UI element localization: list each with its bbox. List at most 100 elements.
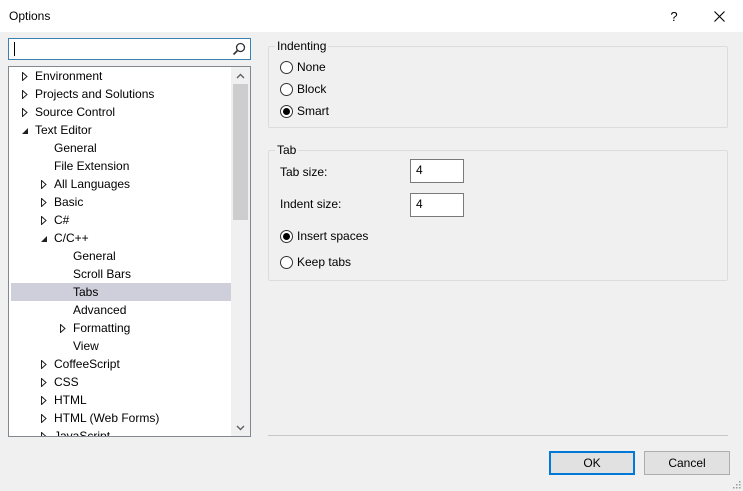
scroll-down-button[interactable] xyxy=(231,419,250,436)
tree-item-label: Scroll Bars xyxy=(73,267,132,281)
tree-item-label: All Languages xyxy=(54,177,131,191)
indent-block-label: Block xyxy=(297,82,327,96)
tree-item-label: C/C++ xyxy=(54,231,89,245)
tree-item[interactable]: Basic xyxy=(11,193,232,211)
tree-item-label: Text Editor xyxy=(35,123,92,137)
tree-item[interactable]: View xyxy=(11,337,232,355)
tree-item-label: Environment xyxy=(35,69,103,83)
expand-arrow-icon[interactable] xyxy=(58,319,68,337)
chevron-up-icon xyxy=(236,73,245,78)
indenting-group-title: Indenting xyxy=(275,39,329,53)
ok-label: OK xyxy=(583,456,601,470)
cancel-button[interactable]: Cancel xyxy=(644,451,730,475)
tab-size-input[interactable]: 4 xyxy=(410,159,464,183)
tree-item[interactable]: HTML (Web Forms) xyxy=(11,409,232,427)
indent-none-radio[interactable]: None xyxy=(280,59,326,75)
tree-item-label: Advanced xyxy=(73,303,127,317)
expand-arrow-icon[interactable] xyxy=(39,193,49,211)
window-title: Options xyxy=(9,9,51,23)
footer-separator xyxy=(268,435,728,436)
keep-tabs-label: Keep tabs xyxy=(297,255,352,269)
tree-item-label: File Extension xyxy=(54,159,130,173)
tree-item[interactable]: HTML xyxy=(11,391,232,409)
search-icon[interactable] xyxy=(232,42,246,56)
expand-arrow-icon[interactable] xyxy=(39,175,49,193)
tree-item[interactable]: Source Control xyxy=(11,103,232,121)
insert-spaces-radio[interactable]: Insert spaces xyxy=(280,228,368,244)
tree-item[interactable]: CoffeeScript xyxy=(11,355,232,373)
tab-group-title: Tab xyxy=(275,143,299,157)
tree-item[interactable]: Text Editor xyxy=(11,121,232,139)
tree-item[interactable]: Projects and Solutions xyxy=(11,85,232,103)
radio-indicator xyxy=(280,104,293,118)
tree-item[interactable]: CSS xyxy=(11,373,232,391)
radio-indicator xyxy=(280,229,293,243)
expand-arrow-icon[interactable] xyxy=(39,409,49,427)
resize-grip-icon[interactable] xyxy=(731,479,741,489)
expand-arrow-icon[interactable] xyxy=(39,391,49,409)
tree-item-label: Projects and Solutions xyxy=(35,87,155,101)
collapse-arrow-icon[interactable] xyxy=(20,121,30,139)
expand-arrow-icon[interactable] xyxy=(39,427,49,436)
tree-item-label: General xyxy=(54,141,97,155)
tree-item[interactable]: C# xyxy=(11,211,232,229)
tree-item-label: Basic xyxy=(54,195,84,209)
tree-item-label: CoffeeScript xyxy=(54,357,120,371)
tree-item[interactable]: Scroll Bars xyxy=(11,265,232,283)
keep-tabs-radio[interactable]: Keep tabs xyxy=(280,254,351,270)
options-tree[interactable]: Environment Projects and Solutions Source … xyxy=(8,66,251,437)
tree-item[interactable]: General xyxy=(11,247,232,265)
indent-smart-radio[interactable]: Smart xyxy=(280,103,329,119)
tab-size-label: Tab size: xyxy=(280,165,328,179)
tree-item[interactable]: JavaScript xyxy=(11,427,232,437)
text-caret xyxy=(14,42,15,56)
tree-item-label: Source Control xyxy=(35,105,116,119)
expand-arrow-icon[interactable] xyxy=(20,103,30,121)
cancel-label: Cancel xyxy=(668,456,706,470)
help-button[interactable]: ? xyxy=(652,0,696,32)
tab-group: Tab Tab size: 4 Indent size: 4 Insert sp… xyxy=(268,143,728,281)
tree-item-label: Tabs xyxy=(73,285,99,299)
radio-indicator xyxy=(280,82,293,96)
ok-button[interactable]: OK xyxy=(549,451,635,475)
scroll-up-button[interactable] xyxy=(231,67,250,84)
tree-item-label: HTML (Web Forms) xyxy=(54,411,160,425)
tree-item-label: C# xyxy=(54,213,70,227)
search-input[interactable] xyxy=(8,38,251,60)
tree-item-label: CSS xyxy=(54,375,79,389)
help-icon: ? xyxy=(670,8,678,24)
tree-item-label: View xyxy=(73,339,99,353)
expand-arrow-icon[interactable] xyxy=(20,67,30,85)
scroll-thumb[interactable] xyxy=(233,84,248,220)
tree-item[interactable]: All Languages xyxy=(11,175,232,193)
indent-smart-label: Smart xyxy=(297,104,330,118)
tree-item[interactable]: Tabs xyxy=(11,283,232,301)
tree-item[interactable]: Advanced xyxy=(11,301,232,319)
tree-scrollbar[interactable] xyxy=(231,67,250,436)
indent-size-label: Indent size: xyxy=(280,197,342,211)
expand-arrow-icon[interactable] xyxy=(39,355,49,373)
indent-none-label: None xyxy=(297,60,326,74)
tree-item-label: Formatting xyxy=(73,321,131,335)
indent-size-input[interactable]: 4 xyxy=(410,193,464,217)
close-icon xyxy=(713,10,725,22)
tree-item[interactable]: Environment xyxy=(11,67,232,85)
tree-item[interactable]: File Extension xyxy=(11,157,232,175)
tree-item-label: HTML xyxy=(54,393,87,407)
chevron-down-icon xyxy=(236,425,245,430)
expand-arrow-icon[interactable] xyxy=(20,85,30,103)
collapse-arrow-icon[interactable] xyxy=(39,229,49,247)
title-bar: Options ? xyxy=(0,0,743,32)
tree-item[interactable]: General xyxy=(11,139,232,157)
radio-indicator xyxy=(280,255,293,269)
tree-item[interactable]: C/C++ xyxy=(11,229,232,247)
tree-item[interactable]: Formatting xyxy=(11,319,232,337)
indenting-group: Indenting None Block Smart xyxy=(268,39,728,128)
tree-item-label: JavaScript xyxy=(54,429,111,437)
expand-arrow-icon[interactable] xyxy=(39,211,49,229)
radio-indicator xyxy=(280,60,293,74)
indent-block-radio[interactable]: Block xyxy=(280,81,326,97)
expand-arrow-icon[interactable] xyxy=(39,373,49,391)
tree-item-label: General xyxy=(73,249,116,263)
close-button[interactable] xyxy=(697,0,741,32)
